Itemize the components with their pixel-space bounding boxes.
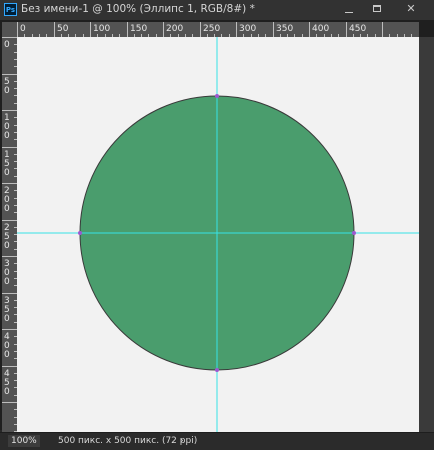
anchor-point-right[interactable] [352, 231, 356, 235]
vertical-scrollbar[interactable] [419, 37, 434, 434]
minimize-button[interactable] [336, 0, 362, 20]
document-info: 500 пикс. x 500 пикс. (72 ppi) [58, 436, 198, 446]
anchor-point-left[interactable] [78, 231, 82, 235]
vertical-ruler-label: 450 [4, 369, 10, 397]
document-tab-title[interactable]: Без имени-1 @ 100% (Эллипс 1, RGB/8#) * [21, 3, 255, 15]
status-menu-arrow-icon[interactable]: › [180, 435, 184, 447]
maximize-icon [373, 5, 381, 12]
horizontal-ruler-label: 300 [239, 24, 256, 34]
horizontal-ruler-label: 450 [349, 24, 366, 34]
status-bar: 100% 500 пикс. x 500 пикс. (72 ppi) › [0, 432, 434, 450]
horizontal-ruler-label: 200 [166, 24, 183, 34]
close-icon: ✕ [406, 2, 416, 15]
anchor-point-bottom[interactable] [215, 368, 219, 372]
vertical-ruler-label: 350 [4, 296, 10, 324]
vertical-ruler-label: 50 [4, 77, 10, 96]
horizontal-ruler-label: 100 [93, 24, 110, 34]
zoom-level-field[interactable]: 100% [8, 435, 40, 447]
horizontal-ruler-label: 250 [203, 24, 220, 34]
ruler-origin-corner[interactable] [2, 22, 17, 37]
vertical-ruler-label: 0 [4, 40, 10, 50]
vertical-ruler-ticks: 0 5 0 1 0 0 1 5 0 2 0 0 2 5 0 3 0 0 3 5 0 4 0 0 4 5 0 [2, 37, 17, 432]
horizontal-ruler-label: 0 [20, 24, 26, 34]
photoshop-app-icon: Ps [4, 3, 17, 16]
vertical-ruler-label: 250 [4, 223, 10, 251]
minimize-icon [345, 12, 353, 13]
maximize-button[interactable] [364, 0, 390, 20]
vertical-ruler-label: 200 [4, 186, 10, 214]
vertical-ruler[interactable]: 0 50 100 150 200 250 300 350 400 450 [2, 37, 17, 434]
horizontal-ruler-label: 400 [312, 24, 329, 34]
horizontal-ruler-ticks: 0 50 100 150 200 250 300 350 400 450 [17, 22, 412, 37]
vertical-ruler-label: 400 [4, 332, 10, 360]
vertical-ruler-label: 150 [4, 150, 10, 178]
title-bar: Ps Без имени-1 @ 100% (Эллипс 1, RGB/8#)… [0, 0, 434, 20]
horizontal-ruler-label: 350 [276, 24, 293, 34]
horizontal-ruler-label: 150 [130, 24, 147, 34]
horizontal-ruler-label: 50 [57, 24, 69, 34]
horizontal-ruler[interactable]: 0 50 100 150 200 250 300 350 400 450 [17, 22, 419, 37]
canvas-artwork [17, 37, 419, 434]
anchor-point-top[interactable] [215, 94, 219, 98]
vertical-ruler-label: 100 [4, 113, 10, 141]
document-canvas[interactable] [17, 37, 419, 434]
close-button[interactable]: ✕ [398, 0, 424, 20]
vertical-ruler-label: 300 [4, 259, 10, 287]
